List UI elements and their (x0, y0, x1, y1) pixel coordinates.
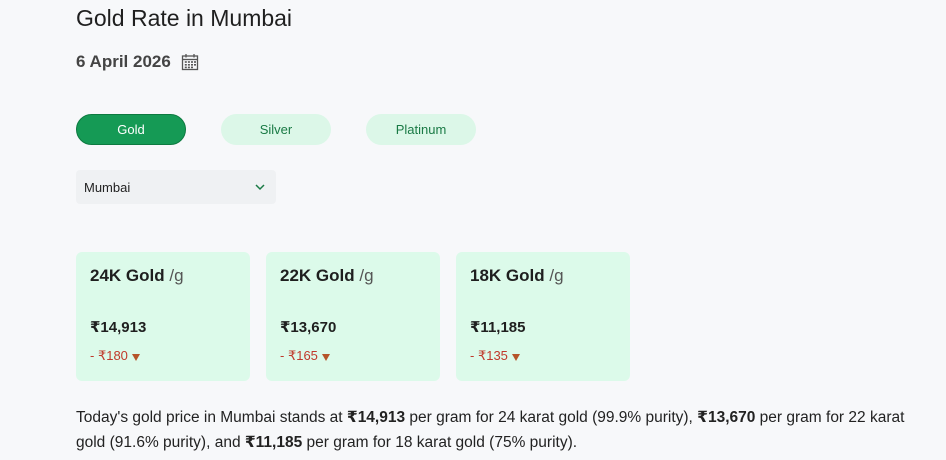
card-unit: /g (359, 266, 374, 285)
down-triangle-icon (321, 353, 330, 361)
card-title-label: 18K Gold (470, 266, 545, 285)
rate-cards: 24K Gold /g ₹14,913 - ₹180 22K Gold /g ₹… (76, 252, 630, 381)
rate-card-22k: 22K Gold /g ₹13,670 - ₹165 (266, 252, 440, 381)
card-unit: /g (549, 266, 564, 285)
down-triangle-icon (511, 353, 520, 361)
card-change: - ₹135 (470, 348, 520, 364)
desc-text-1: Today's gold price in Mumbai stands at (76, 409, 347, 426)
rate-card-24k: 24K Gold /g ₹14,913 - ₹180 (76, 252, 250, 381)
tab-gold[interactable]: Gold (76, 114, 186, 145)
page: Gold Rate in Mumbai 6 April 2026 Gold Si… (0, 0, 946, 460)
page-title: Gold Rate in Mumbai (76, 5, 293, 31)
card-price: ₹14,913 (90, 319, 147, 336)
tab-platinum[interactable]: Platinum (366, 114, 476, 145)
down-triangle-icon (131, 353, 140, 361)
card-change-value: - ₹135 (470, 348, 508, 363)
card-change: - ₹165 (280, 348, 330, 364)
desc-value-18k: ₹11,185 (244, 434, 303, 451)
card-title-label: 24K Gold (90, 266, 165, 285)
card-title: 18K Gold /g (470, 266, 616, 286)
tab-silver[interactable]: Silver (221, 114, 331, 145)
city-select-value: Mumbai (84, 179, 131, 195)
desc-value-22k: ₹13,670 (697, 409, 756, 426)
card-price: ₹13,670 (280, 319, 337, 336)
card-change-value: - ₹165 (280, 348, 318, 363)
chevron-down-icon (254, 181, 266, 193)
metal-tabs: Gold Silver Platinum (76, 114, 476, 145)
card-unit: /g (169, 266, 184, 285)
card-change: - ₹180 (90, 348, 140, 364)
city-select[interactable]: Mumbai (76, 170, 276, 204)
desc-text-4: per gram for 18 karat gold (75% purity). (302, 434, 578, 451)
card-title-label: 22K Gold (280, 266, 355, 285)
date-row: 6 April 2026 (76, 52, 199, 72)
card-title: 22K Gold /g (280, 266, 426, 286)
card-change-value: - ₹180 (90, 348, 128, 363)
calendar-icon[interactable] (181, 53, 199, 71)
date-text: 6 April 2026 (76, 52, 171, 71)
rate-card-18k: 18K Gold /g ₹11,185 - ₹135 (456, 252, 630, 381)
card-title: 24K Gold /g (90, 266, 236, 286)
desc-value-24k: ₹14,913 (346, 409, 406, 426)
card-price: ₹11,185 (470, 319, 526, 336)
rate-description: Today's gold price in Mumbai stands at ₹… (76, 405, 936, 455)
desc-text-2: per gram for 24 karat gold (99.9% purity… (405, 409, 698, 426)
